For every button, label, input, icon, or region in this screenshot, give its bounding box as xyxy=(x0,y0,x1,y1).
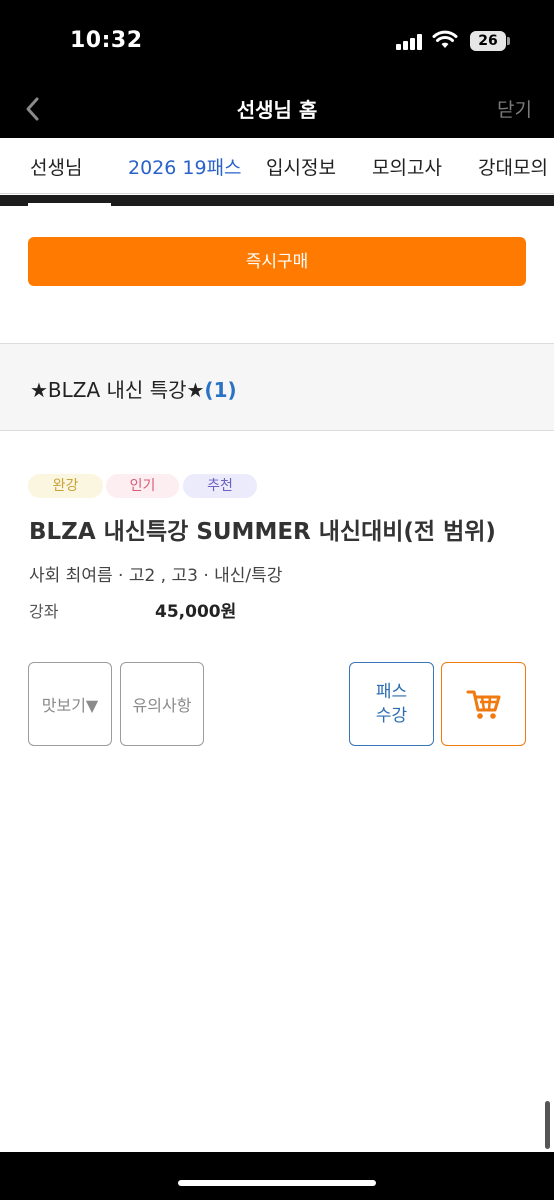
badge-recommend: 추천 xyxy=(183,474,257,498)
bottom-bar xyxy=(0,1152,554,1200)
section-title-text: ★BLZA 내신 특강★ xyxy=(30,378,205,402)
price-value: 45,000원 xyxy=(155,602,237,622)
nav-bar: 선생님 홈 닫기 xyxy=(0,84,554,138)
course-meta: 사회 최여름 · 고2 , 고3 · 내신/특강 xyxy=(29,566,283,586)
status-bar: 10:32 26 xyxy=(0,0,554,84)
tab-teacher[interactable]: 선생님 xyxy=(30,153,82,180)
cart-icon xyxy=(466,690,500,719)
page-title: 선생님 홈 xyxy=(236,98,318,122)
tab-kangdae-mock[interactable]: 강대모의 xyxy=(478,153,548,180)
notice-button-label: 유의사항 xyxy=(132,696,192,715)
pass-enroll-button[interactable]: 패스 수강 xyxy=(349,662,434,746)
status-time: 10:32 xyxy=(70,28,143,53)
tab-2026-19pass[interactable]: 2026 19패스 xyxy=(128,153,242,180)
tab-strip xyxy=(0,195,554,206)
badge-complete: 완강 xyxy=(28,474,103,498)
signal-icon xyxy=(396,34,424,50)
preview-button-label: 맛보기▼ xyxy=(41,696,99,715)
pass-button-line1: 패스 xyxy=(375,682,408,702)
wifi-icon xyxy=(432,30,458,48)
notice-button[interactable]: 유의사항 xyxy=(120,662,204,746)
preview-button[interactable]: 맛보기▼ xyxy=(28,662,112,746)
section-header[interactable]: ★BLZA 내신 특강★(1) xyxy=(0,343,554,431)
home-indicator[interactable] xyxy=(178,1180,376,1186)
battery-tip xyxy=(507,37,510,45)
pass-button-line2: 수강 xyxy=(375,706,408,726)
section-title: ★BLZA 내신 특강★(1) xyxy=(30,374,237,403)
battery-icon: 26 xyxy=(470,31,506,51)
price-label: 강좌 xyxy=(29,602,59,621)
tab-indicator xyxy=(28,203,111,206)
course-title[interactable]: BLZA 내신특강 SUMMER 내신대비(전 범위) xyxy=(29,512,496,546)
tab-mock-exam[interactable]: 모의고사 xyxy=(372,153,442,180)
close-button[interactable]: 닫기 xyxy=(497,95,532,122)
cart-button[interactable] xyxy=(441,662,526,746)
buy-now-button[interactable]: 즉시구매 xyxy=(28,237,526,286)
badge-popular: 인기 xyxy=(106,474,179,498)
scrollbar[interactable] xyxy=(545,1101,550,1149)
tab-bar: 선생님 2026 19패스 입시정보 모의고사 강대모의 xyxy=(0,138,554,194)
tab-admission-info[interactable]: 입시정보 xyxy=(266,153,336,180)
section-count: (1) xyxy=(204,378,237,402)
